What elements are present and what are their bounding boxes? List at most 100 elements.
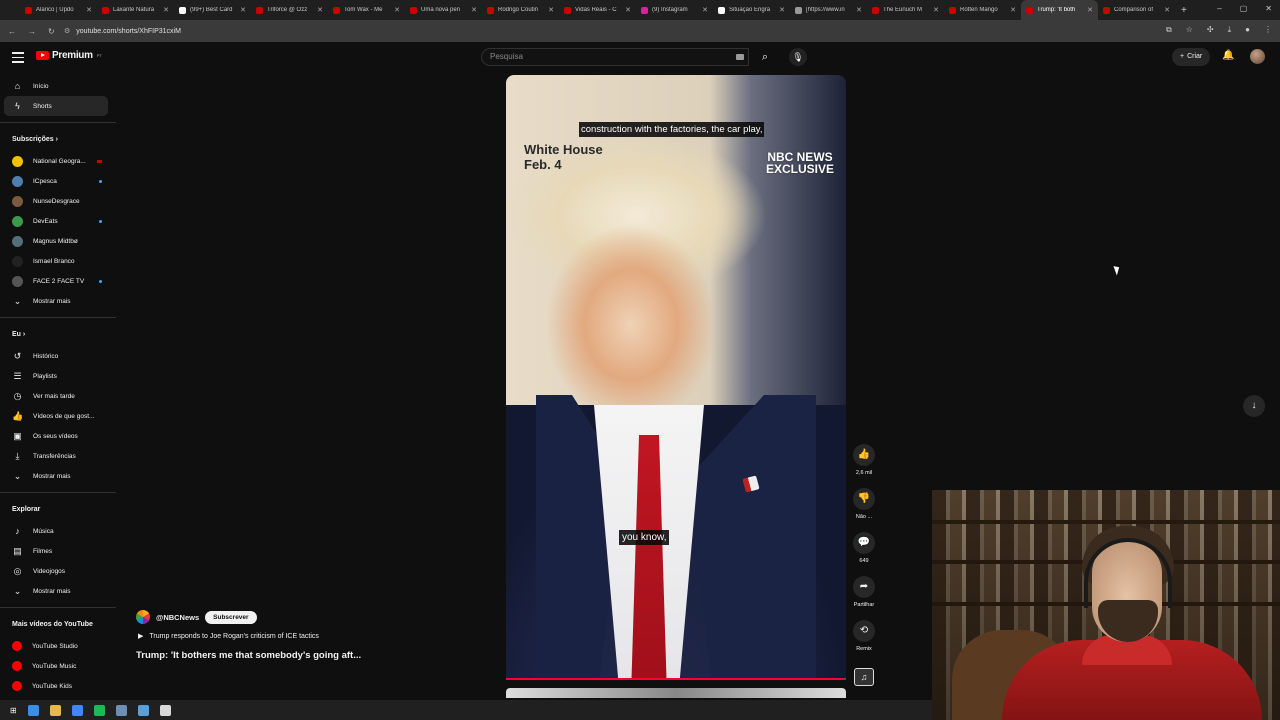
profile-icon[interactable]: ● <box>1245 25 1250 35</box>
sidebar-item[interactable]: ◎ Videojogos <box>0 561 116 581</box>
you-header[interactable]: Eu › <box>0 324 116 346</box>
sound-thumbnail[interactable]: ♫ <box>854 668 874 686</box>
sidebar-item[interactable]: ▤ Filmes <box>0 541 116 561</box>
share-button[interactable]: ➦ <box>853 576 875 598</box>
sidebar-item[interactable]: YouTube Studio <box>0 636 116 656</box>
channel-name[interactable]: @NBCNews <box>156 613 199 622</box>
tab-close-icon[interactable]: ✕ <box>163 6 169 14</box>
browser-tab[interactable]: Comparison of ✕ <box>1098 0 1175 20</box>
subscriptions-header[interactable]: Subscrições › <box>0 129 116 151</box>
sidebar-subscription-item[interactable]: NunseDesgrace <box>0 191 116 211</box>
browser-tab[interactable]: Uma nova pen ✕ <box>405 0 482 20</box>
browser-tab[interactable]: Vidas Reais - C ✕ <box>559 0 636 20</box>
channel-avatar[interactable] <box>136 610 150 624</box>
search-button[interactable]: ⌕ <box>753 48 777 66</box>
browser-tab[interactable]: Tom Wax - Me ✕ <box>328 0 405 20</box>
tab-close-icon[interactable]: ✕ <box>1087 6 1093 14</box>
subscribe-button[interactable]: Subscrever <box>205 610 257 624</box>
url-field[interactable]: ⚙ youtube.com/shorts/XhFIP31cxiM <box>58 23 1128 39</box>
taskbar-app-icon[interactable] <box>71 704 83 716</box>
sidebar-item[interactable]: ⌂ Início <box>0 76 116 96</box>
search-input[interactable]: Pesquisa <box>481 48 749 66</box>
sidebar-subscription-item[interactable]: National Geogra... <box>0 151 116 171</box>
dislike-button[interactable]: 👎 <box>853 488 875 510</box>
tab-close-icon[interactable]: ✕ <box>1164 6 1170 14</box>
notifications-bell-icon[interactable]: 🔔 <box>1222 50 1234 61</box>
browser-tab[interactable]: [https://www.in ✕ <box>790 0 867 20</box>
like-button[interactable]: 👍 <box>853 444 875 466</box>
browser-tab[interactable]: Situação Engra ✕ <box>713 0 790 20</box>
sidebar-subscription-item[interactable]: ICpesca <box>0 171 116 191</box>
next-short-preview[interactable] <box>506 688 846 698</box>
related-video-link[interactable]: ▶ Trump responds to Joe Rogan's criticis… <box>138 632 436 641</box>
tab-close-icon[interactable]: ✕ <box>856 6 862 14</box>
browser-tab[interactable]: The Eunuch M ✕ <box>867 0 944 20</box>
taskbar-app-icon[interactable] <box>49 704 61 716</box>
sidebar-item[interactable]: ♪ Música <box>0 521 116 541</box>
keyboard-icon[interactable] <box>736 54 744 60</box>
forward-icon[interactable]: → <box>28 27 36 36</box>
comments-button[interactable]: 💬 <box>853 532 875 554</box>
youtube-logo[interactable]: Premium PT <box>36 50 102 61</box>
back-icon[interactable]: ← <box>8 27 16 36</box>
site-info-icon[interactable]: ⚙ <box>64 27 70 35</box>
browser-tab[interactable]: (9) Instagram ✕ <box>636 0 713 20</box>
extensions-icon[interactable]: ✣ <box>1207 25 1214 35</box>
sidebar-item[interactable]: ▣ Os seus vídeos <box>0 426 116 446</box>
browser-tab[interactable]: Triforce @ Ozz ✕ <box>251 0 328 20</box>
install-icon[interactable]: ⧉ <box>1166 25 1172 35</box>
minimize-icon[interactable]: – <box>1217 4 1221 13</box>
sidebar-item[interactable]: 👍 Vídeos de que gost... <box>0 406 116 426</box>
taskbar-app-icon[interactable] <box>27 704 39 716</box>
taskbar-app-icon[interactable] <box>115 704 127 716</box>
subscriptions-show-more[interactable]: ⌄ Mostrar mais <box>0 291 116 311</box>
tab-close-icon[interactable]: ✕ <box>548 6 554 14</box>
sidebar-item[interactable]: ◷ Ver mais tarde <box>0 386 116 406</box>
remix-button[interactable]: ⟲ <box>853 620 875 642</box>
tab-close-icon[interactable]: ✕ <box>933 6 939 14</box>
downloads-icon[interactable]: ⤓ <box>1228 25 1232 35</box>
tab-close-icon[interactable]: ✕ <box>779 6 785 14</box>
tab-close-icon[interactable]: ✕ <box>86 6 92 14</box>
new-tab-icon[interactable]: + <box>1181 5 1187 16</box>
reload-icon[interactable]: ↻ <box>48 27 55 36</box>
sidebar-item[interactable]: ↺ Histórico <box>0 346 116 366</box>
sidebar-item[interactable]: YouTube Kids <box>0 676 116 696</box>
maximize-icon[interactable]: ▢ <box>1240 4 1248 13</box>
shorts-video-player[interactable]: White House Feb. 4 NBC NEWS EXCLUSIVE co… <box>506 75 846 679</box>
sidebar-subscription-item[interactable]: Magnus Midtbø <box>0 231 116 251</box>
sidebar-item[interactable]: ⤓ Transferências <box>0 446 116 466</box>
tab-close-icon[interactable]: ✕ <box>394 6 400 14</box>
video-progress-bar[interactable] <box>506 678 846 680</box>
tab-close-icon[interactable]: ✕ <box>240 6 246 14</box>
taskbar-app-icon[interactable] <box>137 704 149 716</box>
menu-dots-icon[interactable]: ⋮ <box>1264 25 1272 35</box>
browser-tab[interactable]: Rodrigo Coutin ✕ <box>482 0 559 20</box>
sidebar-subscription-item[interactable]: Ismael Branco <box>0 251 116 271</box>
you-show-more[interactable]: ⌄ Mostrar mais <box>0 466 116 486</box>
sidebar-subscription-item[interactable]: FACE 2 FACE TV <box>0 271 116 291</box>
tab-close-icon[interactable]: ✕ <box>471 6 477 14</box>
windows-start-icon[interactable]: ⊞ <box>10 706 17 715</box>
sidebar-item[interactable]: ϟ Shorts <box>4 96 108 116</box>
create-button[interactable]: + Criar <box>1172 48 1211 66</box>
explore-show-more[interactable]: ⌄ Mostrar mais <box>0 581 116 601</box>
bookmark-star-icon[interactable]: ☆ <box>1186 25 1193 35</box>
tab-close-icon[interactable]: ✕ <box>317 6 323 14</box>
menu-icon[interactable] <box>12 52 24 66</box>
tab-close-icon[interactable]: ✕ <box>625 6 631 14</box>
next-short-button[interactable]: ↓ <box>1243 395 1265 417</box>
browser-tab[interactable]: (99+) Best Card ✕ <box>174 0 251 20</box>
browser-tab[interactable]: Rotten Mango ✕ <box>944 0 1021 20</box>
sidebar-item[interactable]: YouTube Music <box>0 656 116 676</box>
taskbar-app-icon[interactable] <box>93 704 105 716</box>
taskbar-app-icon[interactable] <box>159 704 171 716</box>
video-title[interactable]: Trump: 'It bothers me that somebody's go… <box>136 650 436 661</box>
sidebar-item[interactable]: ☰ Playlists <box>0 366 116 386</box>
browser-tab[interactable]: Alarico | Updo ✕ <box>20 0 97 20</box>
sidebar-subscription-item[interactable]: DevEats <box>0 211 116 231</box>
close-window-icon[interactable]: ✕ <box>1265 4 1272 13</box>
browser-tab[interactable]: Trump: 'It both ✕ <box>1021 0 1098 20</box>
tab-close-icon[interactable]: ✕ <box>1010 6 1016 14</box>
voice-search-button[interactable]: 🎙 <box>789 48 807 66</box>
